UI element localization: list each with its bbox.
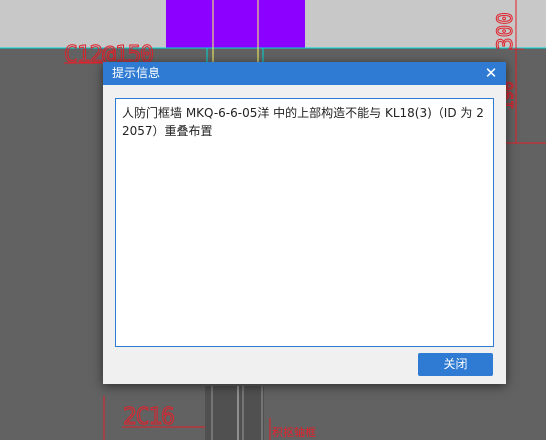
dialog-title: 提示信息 xyxy=(112,66,161,80)
vertical-annotation: 积抠轴框 xyxy=(272,425,316,439)
rebar-label-bottom: 2C16 xyxy=(123,404,175,430)
lower-column xyxy=(205,386,264,440)
dimension-text: 300 xyxy=(493,12,517,50)
close-button[interactable]: 关闭 xyxy=(418,353,493,376)
purple-column xyxy=(166,0,305,48)
info-dialog: 提示信息 ✕ 人防门框墙 MKQ-6-6-05洋 中的上部构造不能与 KL18(… xyxy=(103,62,506,384)
message-textarea[interactable]: 人防门框墙 MKQ-6-6-05洋 中的上部构造不能与 KL18(3)（ID 为… xyxy=(115,98,494,347)
close-icon[interactable]: ✕ xyxy=(482,63,500,83)
dialog-titlebar[interactable]: 提示信息 ✕ xyxy=(103,62,506,85)
